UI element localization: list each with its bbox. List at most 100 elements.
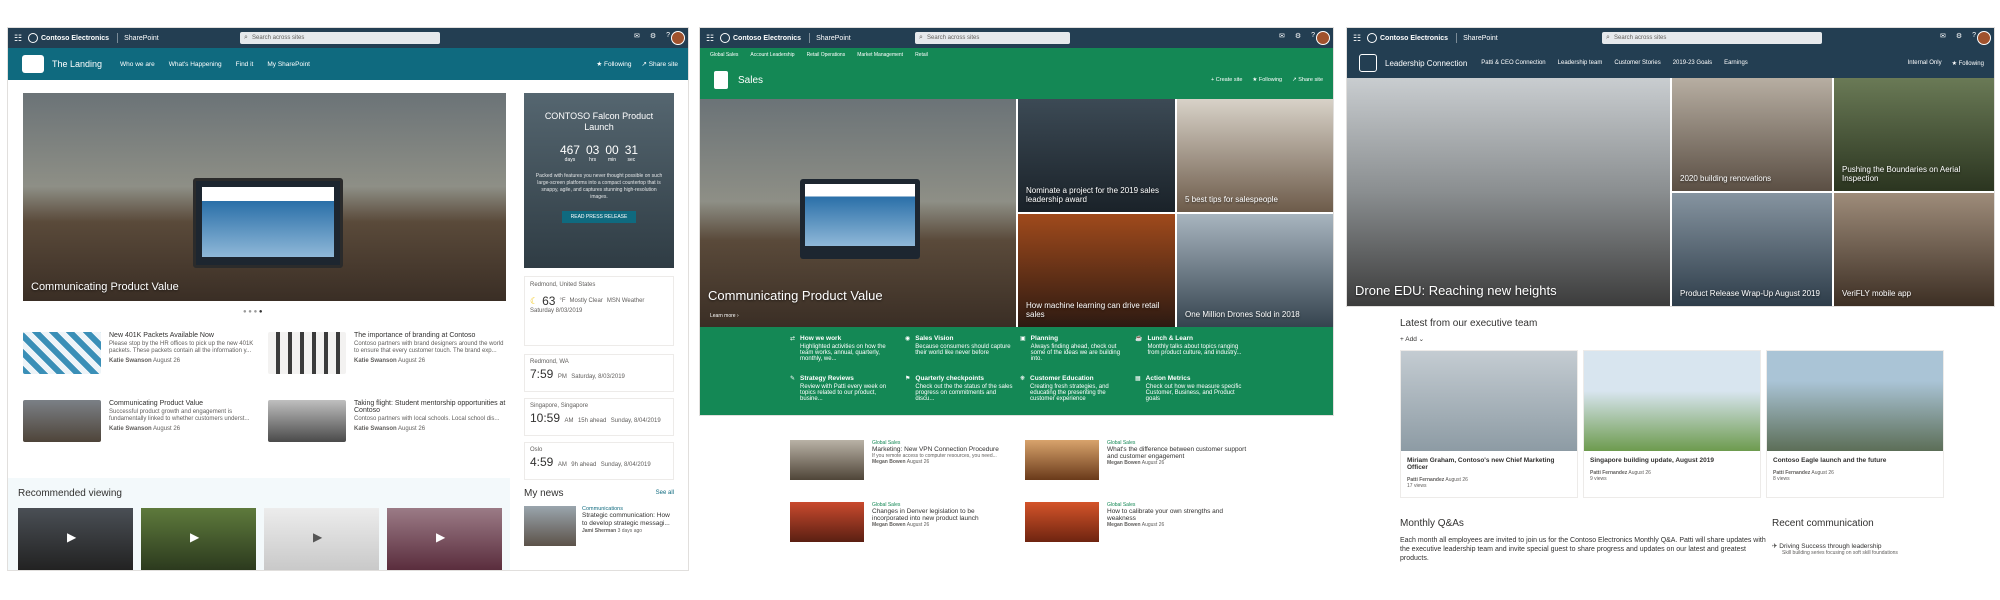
- hero-caption: Communicating Product Value: [31, 281, 179, 293]
- quick-link[interactable]: ⚑ Quarterly checkpoints Check out the the …: [905, 375, 1015, 402]
- quick-link[interactable]: ▦ Action Metrics Check out how we measure …: [1135, 375, 1245, 402]
- hero-image[interactable]: Communicating Product Value: [23, 93, 506, 301]
- news-card[interactable]: Miriam Graham, Contoso's new Chief Marke…: [1400, 350, 1578, 498]
- create-site-button[interactable]: + Create site: [1211, 77, 1242, 83]
- avatar[interactable]: [671, 31, 685, 45]
- site-title[interactable]: Leadership Connection: [1385, 59, 1467, 68]
- news-title[interactable]: Communicating Product Value: [109, 400, 263, 407]
- site-title[interactable]: The Landing: [52, 59, 102, 69]
- tile-caption: Nominate a project for the 2019 sales le…: [1026, 186, 1159, 204]
- tile-verifly-app[interactable]: VeriFLY mobile app: [1834, 193, 1994, 306]
- nav-my-sharepoint[interactable]: My SharePoint: [267, 61, 310, 68]
- gear-icon[interactable]: ⚙: [1295, 32, 1301, 40]
- learn-more-link[interactable]: Learn more ›: [710, 313, 739, 319]
- brand[interactable]: Contoso Electronics: [28, 33, 119, 43]
- site-title[interactable]: Sales: [738, 75, 763, 86]
- news-title[interactable]: New 401K Packets Available Now: [109, 332, 263, 339]
- megaphone-icon[interactable]: ✉: [1940, 32, 1946, 40]
- nav-customer-stories[interactable]: Customer Stories: [1614, 60, 1660, 66]
- add-button[interactable]: + Add ⌄: [1400, 335, 1960, 343]
- nav-find-it[interactable]: Find it: [236, 61, 254, 68]
- brand[interactable]: Contoso Electronics: [720, 33, 811, 43]
- news-card[interactable]: Contoso Eagle launch and the future Patt…: [1766, 350, 1944, 498]
- play-icon: ▶: [190, 530, 200, 544]
- quick-link[interactable]: ❋ Customer Education Creating fresh strate…: [1020, 375, 1130, 402]
- share-site-button[interactable]: ↗ Share site: [641, 60, 678, 68]
- news-item[interactable]: Taking flight: Student mentorship opport…: [268, 400, 508, 442]
- hub-nav-global-sales[interactable]: Global Sales: [710, 52, 738, 58]
- site-logo-icon: [22, 55, 44, 73]
- tile-machine-learning[interactable]: How machine learning can drive retail sa…: [1018, 214, 1175, 327]
- nav-whats-happening[interactable]: What's Happening: [169, 61, 222, 68]
- search-input[interactable]: Search across sites: [1602, 32, 1822, 44]
- nav-earnings[interactable]: Earnings: [1724, 60, 1748, 66]
- avatar[interactable]: [1316, 31, 1330, 45]
- carousel-dots[interactable]: ● ● ● ●: [243, 309, 263, 315]
- see-all-link[interactable]: See all: [656, 490, 674, 496]
- tile-product-release[interactable]: Product Release Wrap-Up August 2019: [1672, 193, 1832, 306]
- quick-link[interactable]: ✎ Strategy Reviews Review with Patti every…: [790, 375, 900, 402]
- news-title[interactable]: Taking flight: Student mentorship opport…: [354, 400, 508, 414]
- news-title[interactable]: Changes in Denver legislation to be inco…: [872, 508, 1012, 522]
- share-site-button[interactable]: ↗ Share site: [1292, 77, 1323, 83]
- video-thumbnail[interactable]: ▶: [264, 508, 379, 570]
- tile-sales-award[interactable]: Nominate a project for the 2019 sales le…: [1018, 99, 1175, 212]
- app-launcher-icon[interactable]: ☷: [1347, 33, 1367, 44]
- news-title[interactable]: The importance of branding at Contoso: [354, 332, 508, 339]
- my-news-title[interactable]: Strategic communication: How to develop …: [582, 512, 674, 528]
- news-item[interactable]: Global Sales Changes in Denver legislatio…: [790, 502, 1015, 542]
- gear-icon[interactable]: ⚙: [650, 32, 656, 40]
- video-thumbnail[interactable]: ▶: [141, 508, 256, 570]
- following-button[interactable]: ★ Following: [1252, 77, 1282, 83]
- hero-image[interactable]: Communicating Product Value Learn more ›: [700, 99, 1016, 327]
- news-title[interactable]: Marketing: New VPN Connection Procedure: [872, 446, 1012, 453]
- read-press-release-button[interactable]: READ PRESS RELEASE: [562, 211, 636, 223]
- search-input[interactable]: Search across sites: [915, 32, 1070, 44]
- news-item[interactable]: Global Sales Marketing: New VPN Connectio…: [790, 440, 1015, 480]
- news-title[interactable]: What's the difference between customer s…: [1107, 446, 1247, 460]
- quick-link[interactable]: ▣ Planning Always finding ahead, check out…: [1020, 335, 1130, 362]
- news-card[interactable]: Singapore building update, August 2019 P…: [1583, 350, 1761, 498]
- news-item[interactable]: Global Sales What's the difference betwee…: [1025, 440, 1250, 480]
- app-launcher-icon[interactable]: ☷: [700, 33, 720, 44]
- tile-building-renovations[interactable]: 2020 building renovations: [1672, 78, 1832, 191]
- landing-screen: ☷ Contoso Electronics SharePoint Search …: [8, 28, 688, 570]
- quick-link[interactable]: ⇄ How we work Highlighted activities on ho…: [790, 335, 900, 362]
- nav-who-we-are[interactable]: Who we are: [120, 61, 155, 68]
- megaphone-icon[interactable]: ✉: [1279, 32, 1285, 40]
- hub-nav-retail-operations[interactable]: Retail Operations: [807, 52, 846, 58]
- my-news-date: 3 days ago: [617, 528, 643, 534]
- news-date: August 26: [906, 459, 930, 465]
- following-button[interactable]: ★ Following: [1952, 60, 1984, 67]
- recent-item[interactable]: ✈ Driving Success through leadership Ski…: [1772, 542, 1952, 556]
- nav-goals[interactable]: 2019-23 Goals: [1673, 60, 1712, 66]
- hub-nav-market-management[interactable]: Market Management: [857, 52, 903, 58]
- tile-drones-sold[interactable]: One Million Drones Sold in 2018: [1177, 214, 1333, 327]
- hero-image[interactable]: Drone EDU: Reaching new heights: [1347, 78, 1670, 306]
- gear-icon[interactable]: ⚙: [1956, 32, 1962, 40]
- brand[interactable]: Contoso Electronics: [1367, 33, 1458, 43]
- hub-nav-account-leadership[interactable]: Account Leadership: [750, 52, 794, 58]
- news-item[interactable]: New 401K Packets Available Now Please sto…: [23, 332, 263, 374]
- video-thumbnail[interactable]: ▶: [18, 508, 133, 570]
- hub-nav-retail[interactable]: Retail: [915, 52, 928, 58]
- app-launcher-icon[interactable]: ☷: [8, 33, 28, 44]
- nav-leadership-team[interactable]: Leadership team: [1558, 60, 1603, 66]
- tile-sales-tips[interactable]: 5 best tips for salespeople: [1177, 99, 1333, 212]
- help-icon[interactable]: ?: [1972, 32, 1976, 40]
- video-thumbnail[interactable]: ▶: [387, 508, 502, 570]
- tile-aerial-inspection[interactable]: Pushing the Boundaries on Aerial Inspect…: [1834, 78, 1994, 191]
- news-item[interactable]: Global Sales How to calibrate your own st…: [1025, 502, 1250, 542]
- search-input[interactable]: Search across sites: [240, 32, 440, 44]
- help-icon[interactable]: ?: [666, 32, 670, 40]
- nav-patti-ceo[interactable]: Patti & CEO Connection: [1481, 60, 1545, 66]
- help-icon[interactable]: ?: [1311, 32, 1315, 40]
- quick-link[interactable]: ◉ Sales Vision Because consumers should ca…: [905, 335, 1015, 356]
- news-item[interactable]: The importance of branding at Contoso Con…: [268, 332, 508, 374]
- megaphone-icon[interactable]: ✉: [634, 32, 640, 40]
- following-button[interactable]: ★ Following: [596, 60, 631, 68]
- quick-link[interactable]: ☕ Lunch & Learn Monthly talks about topics…: [1135, 335, 1245, 356]
- avatar[interactable]: [1977, 31, 1991, 45]
- news-item[interactable]: Communicating Product Value Successful pr…: [23, 400, 263, 442]
- news-title[interactable]: How to calibrate your own strengths and …: [1107, 508, 1247, 522]
